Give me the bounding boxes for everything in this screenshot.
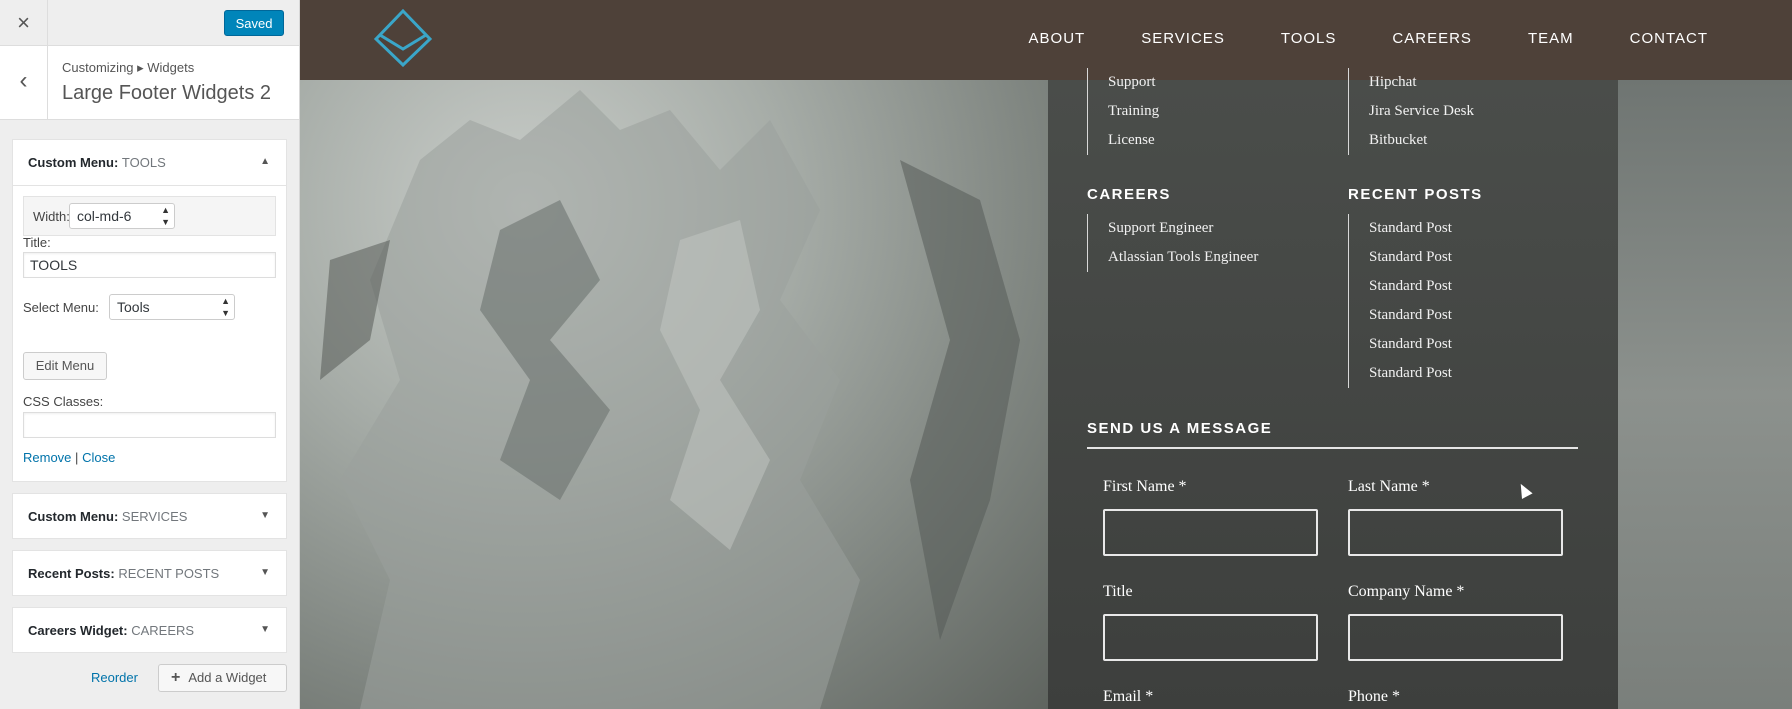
close-icon[interactable]: × xyxy=(0,0,48,45)
first-name-input[interactable] xyxy=(1103,509,1318,556)
select-menu-select[interactable]: Tools ▲ ▼ xyxy=(109,294,235,320)
add-widget-label: Add a Widget xyxy=(188,670,267,685)
nav-team[interactable]: TEAM xyxy=(1528,30,1574,47)
select-updown-icon: ▲ ▼ xyxy=(161,205,170,227)
first-name-label: First Name * xyxy=(1103,478,1187,495)
footer-link[interactable]: Jira Service Desk xyxy=(1369,97,1474,126)
send-message-heading: SEND US A MESSAGE xyxy=(1087,420,1273,437)
expand-arrow-icon[interactable]: ▼ xyxy=(260,510,270,521)
recent-post-link[interactable]: Standard Post xyxy=(1369,214,1452,243)
section-header: ‹ Customizing ▸ Widgets Large Footer Wid… xyxy=(0,46,299,120)
section-title: Large Footer Widgets 2 xyxy=(62,82,271,104)
widget-actions: Remove | Close xyxy=(23,450,115,465)
last-name-input[interactable] xyxy=(1348,509,1563,556)
css-classes-label: CSS Classes: xyxy=(23,394,104,409)
saved-button[interactable]: Saved xyxy=(224,10,284,36)
width-select[interactable]: col-md-6 ▲ ▼ xyxy=(69,203,175,229)
breadcrumb: Customizing ▸ Widgets xyxy=(62,60,195,75)
recent-post-link[interactable]: Standard Post xyxy=(1369,301,1452,330)
site-preview: ABOUT SERVICES TOOLS CAREERS TEAM CONTAC… xyxy=(300,0,1792,709)
collapse-arrow-icon[interactable]: ▲ xyxy=(260,156,270,167)
expand-arrow-icon[interactable]: ▼ xyxy=(260,624,270,635)
nav-contact[interactable]: CONTACT xyxy=(1630,30,1708,47)
recent-post-link[interactable]: Standard Post xyxy=(1369,359,1452,388)
footer-menu-tools: Hipchat Jira Service Desk Bitbucket xyxy=(1348,68,1474,155)
action-separator: | xyxy=(75,450,79,465)
footer-link[interactable]: Support xyxy=(1108,68,1159,97)
company-name-label: Company Name * xyxy=(1348,583,1465,600)
footer-link[interactable]: License xyxy=(1108,126,1159,155)
recent-post-link[interactable]: Standard Post xyxy=(1369,272,1452,301)
career-link[interactable]: Support Engineer xyxy=(1108,214,1258,243)
title-input[interactable]: TOOLS xyxy=(23,252,276,278)
widget-name-label: SERVICES xyxy=(121,509,188,524)
title-field-input[interactable] xyxy=(1103,614,1318,661)
company-name-input[interactable] xyxy=(1348,614,1563,661)
width-select-value: col-md-6 xyxy=(77,208,132,224)
main-nav: ABOUT SERVICES TOOLS CAREERS TEAM CONTAC… xyxy=(1029,30,1708,47)
diamond-logo-icon[interactable] xyxy=(373,8,433,72)
select-updown-icon: ▲ ▼ xyxy=(221,296,230,318)
recent-post-link[interactable]: Standard Post xyxy=(1369,243,1452,272)
widget-custom-menu-services[interactable]: Custom Menu: SERVICES ▼ xyxy=(12,493,287,539)
plus-icon: + xyxy=(171,669,181,686)
widget-type-label: Recent Posts: xyxy=(28,566,115,581)
remove-link[interactable]: Remove xyxy=(23,450,71,465)
css-classes-input[interactable] xyxy=(23,412,276,438)
title-label: Title: xyxy=(23,235,51,250)
add-widget-button[interactable]: + Add a Widget xyxy=(158,664,287,692)
career-link[interactable]: Atlassian Tools Engineer xyxy=(1108,243,1258,272)
email-label: Email * xyxy=(1103,688,1154,705)
widget-name-label: CAREERS xyxy=(131,623,195,638)
nav-services[interactable]: SERVICES xyxy=(1141,30,1225,47)
widget-header-tools[interactable]: Custom Menu: TOOLS ▲ xyxy=(13,140,286,186)
site-header: ABOUT SERVICES TOOLS CAREERS TEAM CONTAC… xyxy=(300,0,1792,80)
widget-name-label: RECENT POSTS xyxy=(118,566,220,581)
recent-posts-heading: RECENT POSTS xyxy=(1348,186,1483,203)
last-name-label: Last Name * xyxy=(1348,478,1430,495)
width-label: Width: xyxy=(33,209,70,224)
footer-link[interactable]: Bitbucket xyxy=(1369,126,1474,155)
footer-recent-posts-list: Standard Post Standard Post Standard Pos… xyxy=(1348,214,1452,388)
footer-menu-services: Support Training License xyxy=(1087,68,1159,155)
widget-name-label: TOOLS xyxy=(121,155,166,170)
hero-rock-image-right xyxy=(1618,80,1792,709)
widget-type-label: Custom Menu: xyxy=(28,155,119,170)
reorder-link[interactable]: Reorder xyxy=(91,670,138,685)
nav-about[interactable]: ABOUT xyxy=(1029,30,1086,47)
width-row: Width: col-md-6 ▲ ▼ xyxy=(23,196,276,236)
widget-type-label: Careers Widget: xyxy=(28,623,128,638)
select-menu-label: Select Menu: xyxy=(23,300,99,315)
customizer-topbar: × Saved xyxy=(0,0,299,46)
title-field-label: Title xyxy=(1103,583,1133,600)
widget-recent-posts[interactable]: Recent Posts: RECENT POSTS ▼ xyxy=(12,550,287,596)
footer-careers-list: Support Engineer Atlassian Tools Enginee… xyxy=(1087,214,1258,272)
widget-careers[interactable]: Careers Widget: CAREERS ▼ xyxy=(12,607,287,653)
footer-link[interactable]: Hipchat xyxy=(1369,68,1474,97)
nav-careers[interactable]: CAREERS xyxy=(1392,30,1472,47)
footer-link[interactable]: Training xyxy=(1108,97,1159,126)
widget-type-label: Custom Menu: xyxy=(28,509,119,524)
nav-tools[interactable]: TOOLS xyxy=(1281,30,1337,47)
edit-menu-button[interactable]: Edit Menu xyxy=(23,352,107,380)
customizer-sidebar: × Saved ‹ Customizing ▸ Widgets Large Fo… xyxy=(0,0,300,709)
close-link[interactable]: Close xyxy=(82,450,115,465)
heading-divider xyxy=(1087,447,1578,449)
phone-label: Phone * xyxy=(1348,688,1400,705)
hero-rock-image xyxy=(300,80,1048,709)
widget-custom-menu-tools: Custom Menu: TOOLS ▲ Width: col-md-6 ▲ ▼ … xyxy=(12,139,287,482)
back-icon[interactable]: ‹ xyxy=(0,46,48,119)
expand-arrow-icon[interactable]: ▼ xyxy=(260,567,270,578)
recent-post-link[interactable]: Standard Post xyxy=(1369,330,1452,359)
select-menu-value: Tools xyxy=(117,299,150,315)
careers-heading: CAREERS xyxy=(1087,186,1171,203)
